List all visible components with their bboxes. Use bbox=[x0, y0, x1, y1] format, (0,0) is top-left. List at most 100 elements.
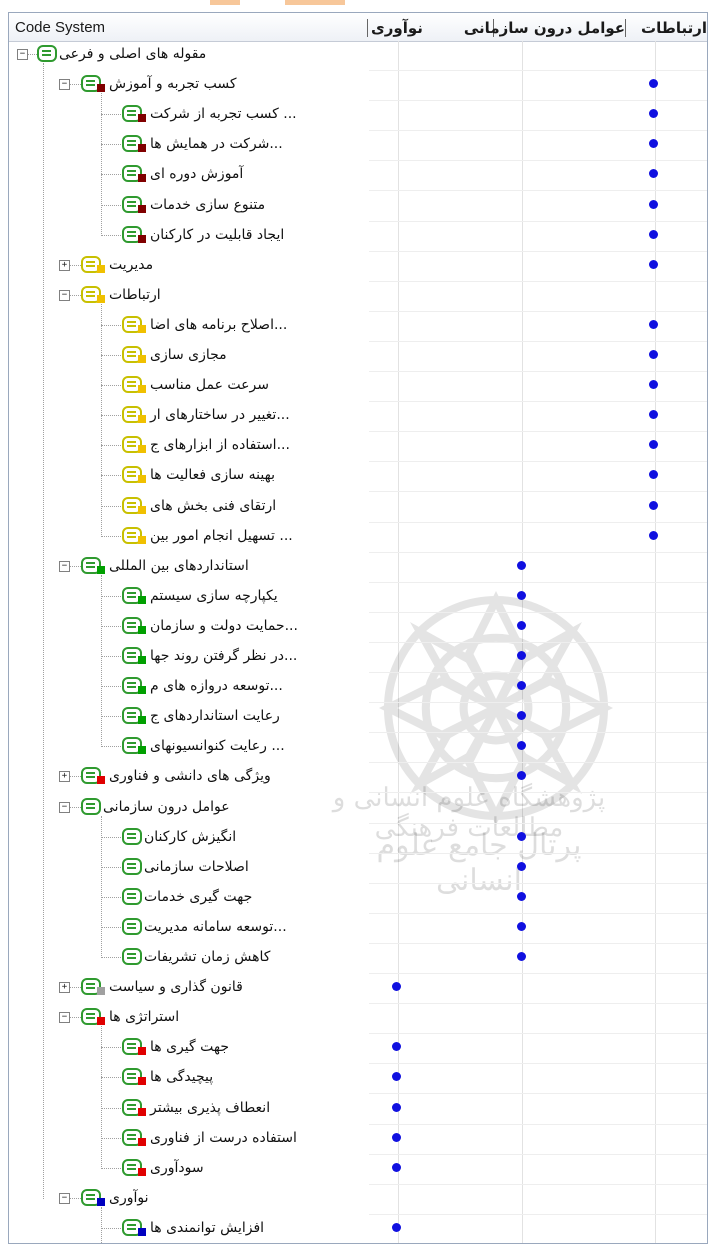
tree-code-row[interactable]: سودآوری bbox=[9, 1155, 707, 1185]
tree-code-row[interactable]: رعایت استانداردهای ج bbox=[9, 703, 707, 733]
tree-connector bbox=[101, 746, 121, 747]
tree-code-row[interactable]: پیچیدگی ها bbox=[9, 1064, 707, 1094]
coding-frequency-dot[interactable] bbox=[517, 741, 526, 750]
tree-code-row[interactable]: سرعت عمل مناسب bbox=[9, 372, 707, 402]
tree-code-row[interactable]: ...توسعه سامانه مدیریت bbox=[9, 914, 707, 944]
collapse-toggle[interactable]: − bbox=[59, 1193, 70, 1204]
coding-frequency-dot[interactable] bbox=[649, 139, 658, 148]
tree-category-row[interactable]: + ویژگی های دانشی و فناوری bbox=[9, 763, 707, 793]
top-strip bbox=[0, 0, 713, 6]
code-label: کاهش زمان تشریفات bbox=[144, 949, 271, 965]
code-label: انعطاف پذیری بیشتر bbox=[150, 1100, 271, 1116]
tree-code-row[interactable]: افزایش توانمندی ها bbox=[9, 1215, 707, 1243]
tree-category-row[interactable]: + مدیریت bbox=[9, 252, 707, 282]
tree-code-row[interactable]: ارتقای فنی بخش های bbox=[9, 493, 707, 523]
coding-frequency-dot[interactable] bbox=[392, 982, 401, 991]
coding-frequency-dot[interactable] bbox=[392, 1103, 401, 1112]
coding-frequency-dot[interactable] bbox=[649, 470, 658, 479]
tree-code-row[interactable]: ... کسب تجربه از شرکت bbox=[9, 101, 707, 131]
tree-code-row[interactable]: ...در نظر گرفتن روند جها bbox=[9, 643, 707, 673]
tree-category-row[interactable]: − استانداردهای بین المللی bbox=[9, 553, 707, 583]
coding-frequency-dot[interactable] bbox=[392, 1133, 401, 1142]
tree-code-row[interactable]: جهت گیری ها bbox=[9, 1034, 707, 1064]
coding-frequency-dot[interactable] bbox=[517, 621, 526, 630]
collapse-toggle[interactable]: − bbox=[59, 290, 70, 301]
tree-code-row[interactable]: ... رعایت کنوانسیونهای bbox=[9, 733, 707, 763]
coding-frequency-dot[interactable] bbox=[517, 892, 526, 901]
coding-frequency-dot[interactable] bbox=[649, 200, 658, 209]
header-separator[interactable] bbox=[367, 19, 368, 37]
collapse-toggle[interactable]: − bbox=[59, 79, 70, 90]
coding-frequency-dot[interactable] bbox=[649, 260, 658, 269]
coding-frequency-dot[interactable] bbox=[649, 531, 658, 540]
collapse-toggle[interactable]: − bbox=[59, 561, 70, 572]
tree-code-row[interactable]: بهینه سازی فعالیت ها bbox=[9, 462, 707, 492]
coding-frequency-dot[interactable] bbox=[649, 109, 658, 118]
coding-frequency-dot[interactable] bbox=[517, 651, 526, 660]
tree-code-row[interactable]: آموزش دوره ای bbox=[9, 161, 707, 191]
expand-toggle[interactable]: + bbox=[59, 771, 70, 782]
tree-category-row[interactable]: − کسب تجربه و آموزش bbox=[9, 71, 707, 101]
expand-toggle[interactable]: + bbox=[59, 982, 70, 993]
coding-frequency-dot[interactable] bbox=[649, 320, 658, 329]
coding-frequency-dot[interactable] bbox=[517, 832, 526, 841]
coding-frequency-dot[interactable] bbox=[649, 440, 658, 449]
tree-root-row[interactable]: − مقوله های اصلی و فرعی bbox=[9, 41, 707, 71]
tree-category-row[interactable]: − ارتباطات bbox=[9, 282, 707, 312]
coding-frequency-dot[interactable] bbox=[392, 1163, 401, 1172]
tree-connector bbox=[101, 837, 121, 838]
tree-code-row[interactable]: انگیزش کارکنان bbox=[9, 824, 707, 854]
coding-frequency-dot[interactable] bbox=[517, 711, 526, 720]
tree-category-row[interactable]: + قانون گذاری و سیاست bbox=[9, 974, 707, 1004]
tree-code-row[interactable]: کاهش زمان تشریفات bbox=[9, 944, 707, 974]
collapse-toggle[interactable]: − bbox=[17, 49, 28, 60]
expand-toggle[interactable]: + bbox=[59, 260, 70, 271]
coding-frequency-dot[interactable] bbox=[649, 410, 658, 419]
coding-frequency-dot[interactable] bbox=[517, 591, 526, 600]
coding-frequency-dot[interactable] bbox=[649, 79, 658, 88]
tree-category-row[interactable]: − نوآوری bbox=[9, 1185, 707, 1215]
tree-code-row[interactable]: ...تغییر در ساختارهای ار bbox=[9, 402, 707, 432]
tree-code-row[interactable]: ...استفاده از ابزارهای ج bbox=[9, 432, 707, 462]
code-system-header[interactable]: Code System bbox=[15, 13, 105, 41]
tree-code-row[interactable]: متنوع سازی خدمات bbox=[9, 192, 707, 222]
coding-frequency-dot[interactable] bbox=[649, 501, 658, 510]
coding-frequency-dot[interactable] bbox=[649, 380, 658, 389]
tree-code-row[interactable]: اصلاحات سازمانی bbox=[9, 854, 707, 884]
tree-code-row[interactable]: مجازی سازی bbox=[9, 342, 707, 372]
column-internal-header[interactable]: عوامل درون سازمانی bbox=[464, 13, 625, 41]
tree-code-row[interactable]: یکپارچه سازی سیستم bbox=[9, 583, 707, 613]
coding-frequency-dot[interactable] bbox=[517, 922, 526, 931]
collapse-toggle[interactable]: − bbox=[59, 1012, 70, 1023]
tree-code-row[interactable]: ...اصلاح برنامه های اضا bbox=[9, 312, 707, 342]
coding-frequency-dot[interactable] bbox=[649, 350, 658, 359]
code-color-marker bbox=[97, 84, 105, 92]
coding-frequency-dot[interactable] bbox=[517, 862, 526, 871]
header-separator[interactable] bbox=[625, 19, 626, 37]
collapse-toggle[interactable]: − bbox=[59, 802, 70, 813]
tree-code-row[interactable]: ایجاد قابلیت در کارکنان bbox=[9, 222, 707, 252]
tree-code-row[interactable]: جهت گیری خدمات bbox=[9, 884, 707, 914]
code-color-marker bbox=[138, 114, 146, 122]
coding-frequency-dot[interactable] bbox=[392, 1072, 401, 1081]
tree-connector bbox=[101, 475, 121, 476]
coding-frequency-dot[interactable] bbox=[649, 169, 658, 178]
coding-frequency-dot[interactable] bbox=[517, 771, 526, 780]
coding-frequency-dot[interactable] bbox=[649, 230, 658, 239]
tree-connector bbox=[101, 93, 102, 236]
tree-category-row[interactable]: − عوامل درون سازمانی bbox=[9, 794, 707, 824]
tree-code-row[interactable]: انعطاف پذیری بیشتر bbox=[9, 1095, 707, 1125]
tree-code-row[interactable]: ...حمایت دولت و سازمان bbox=[9, 613, 707, 643]
coding-frequency-dot[interactable] bbox=[517, 681, 526, 690]
coding-frequency-dot[interactable] bbox=[517, 952, 526, 961]
column-communications-header[interactable]: ارتباطات bbox=[629, 13, 707, 41]
coding-frequency-dot[interactable] bbox=[392, 1042, 401, 1051]
tree-code-row[interactable]: استفاده درست از فناوری bbox=[9, 1125, 707, 1155]
tree-connector bbox=[101, 897, 121, 898]
tree-code-row[interactable]: ... تسهیل انجام امور بین bbox=[9, 523, 707, 553]
tree-category-row[interactable]: − استراتژی ها bbox=[9, 1004, 707, 1034]
tree-code-row[interactable]: ...توسعه دروازه های م bbox=[9, 673, 707, 703]
coding-frequency-dot[interactable] bbox=[517, 561, 526, 570]
tree-code-row[interactable]: ...شرکت در همایش ها bbox=[9, 131, 707, 161]
coding-frequency-dot[interactable] bbox=[392, 1223, 401, 1232]
